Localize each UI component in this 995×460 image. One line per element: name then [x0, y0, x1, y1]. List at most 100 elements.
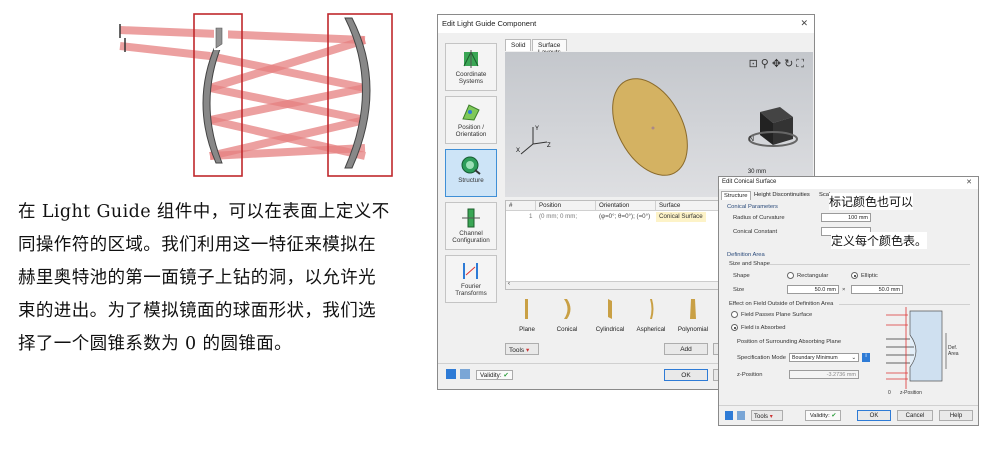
table-cell: Conical Surface: [656, 212, 706, 222]
table-cell: (φ=0°; θ=0°); (=0°): [599, 213, 651, 220]
size-times: ×: [842, 287, 846, 293]
spec-mode-value: Boundary Minimum: [792, 355, 838, 361]
field-passes-label: Field Passes Plane Surface: [741, 312, 813, 318]
table-header: Position: [536, 201, 596, 211]
center-mark: [651, 126, 655, 130]
ok-button[interactable]: OK: [664, 369, 708, 381]
close-icon[interactable]: ✕: [966, 178, 972, 186]
field-absorbed-radio[interactable]: [731, 324, 738, 331]
shape-aspherical[interactable]: Aspherical: [629, 296, 673, 333]
dialog-title: Edit Conical Surface: [722, 179, 777, 185]
open-icon[interactable]: [737, 411, 745, 420]
validity-indicator[interactable]: Validity: ✔: [805, 410, 841, 421]
shape-label: Cylindrical: [595, 326, 625, 333]
sidebar-item-label: Coordinate Systems: [455, 71, 487, 85]
help-button[interactable]: Help: [939, 410, 973, 421]
annotation-line-1: 标记颜色也可以: [829, 193, 914, 210]
close-icon[interactable]: ✕: [800, 18, 808, 29]
def-area-label-2: Area: [948, 351, 959, 357]
sidebar-item-channel-configuration[interactable]: Channel Configuration: [445, 202, 497, 250]
axis-triad-icon: Y Z X: [516, 126, 551, 155]
spec-mode-select[interactable]: Boundary Minimum ⌄: [789, 353, 859, 362]
table-cell: (0 mm; 0 mm;: [539, 213, 578, 220]
z-position-fig-label: z-Position: [900, 390, 922, 396]
sidebar-item-label: Position / Orientation: [455, 124, 487, 138]
shape-label: Shape: [733, 273, 750, 279]
elliptic-radio[interactable]: [851, 272, 858, 279]
tools-button[interactable]: Tools ▾: [505, 343, 539, 355]
conical-surface-disk: [612, 78, 688, 176]
svg-text:X: X: [516, 148, 520, 154]
cylindrical-shape-icon: [608, 299, 612, 319]
info-icon[interactable]: i: [862, 353, 870, 362]
shape-polynomial[interactable]: Polynomial: [671, 296, 715, 333]
shape-label: Plane: [519, 326, 535, 333]
fit-icon[interactable]: ⛶: [796, 58, 807, 70]
shape-label: Conical: [556, 326, 578, 333]
view-cube-icon[interactable]: N: [745, 97, 800, 152]
polynomial-shape-icon: [690, 299, 696, 319]
ok-button[interactable]: OK: [857, 410, 891, 421]
size-y-input[interactable]: 50.0 mm: [851, 285, 903, 294]
size-label: Size: [733, 287, 745, 293]
footer-divider: [719, 405, 978, 406]
edit-conical-surface-dialog: Edit Conical Surface ✕ Structure Height …: [718, 176, 979, 426]
fourier-transforms-icon: [463, 263, 478, 279]
tools-label: Tools: [509, 346, 525, 354]
chevron-down-icon: ⌄: [851, 355, 856, 361]
shape-plane[interactable]: Plane: [505, 296, 549, 333]
scroll-left-icon[interactable]: ‹: [508, 281, 510, 287]
table-header: Orientation: [596, 201, 656, 211]
tab-surface-layouts[interactable]: Surface Layouts: [532, 39, 567, 56]
sidebar-item-position-orientation[interactable]: Position / Orientation: [445, 96, 497, 144]
check-icon: ✔: [831, 412, 837, 419]
z-position-input[interactable]: -3.2736 mm: [789, 370, 859, 379]
validity-indicator[interactable]: Validity: ✔: [476, 370, 513, 380]
herriott-cell-diagram: [119, 13, 393, 177]
save-icon[interactable]: [446, 369, 456, 379]
tools-button[interactable]: Tools ▾: [751, 410, 783, 421]
zoom-icon[interactable]: ⚲: [761, 58, 772, 70]
open-icon[interactable]: [460, 369, 470, 379]
sidebar-item-label: Channel Configuration: [452, 230, 490, 244]
save-icon[interactable]: [725, 411, 733, 420]
shape-conical[interactable]: Conical: [545, 296, 589, 333]
svg-text:N: N: [749, 136, 754, 143]
table-header: #: [506, 201, 536, 211]
rectangular-radio[interactable]: [787, 272, 794, 279]
spec-mode-label: Specification Mode: [737, 355, 786, 361]
sidebar-item-structure[interactable]: Structure: [445, 149, 497, 197]
field-passes-radio[interactable]: [731, 311, 738, 318]
zero-label: 0: [888, 390, 891, 396]
sidebar-item-fourier-transforms[interactable]: Fourier Transforms: [445, 255, 497, 303]
dialog-title-bar: Edit Light Guide Component ✕: [438, 15, 814, 33]
tab-structure[interactable]: Structure: [721, 191, 751, 200]
shape-label: Aspherical: [636, 326, 666, 333]
rotate-icon[interactable]: ↻: [784, 58, 796, 70]
section-divider: [769, 264, 970, 265]
size-x-input[interactable]: 50.0 mm: [787, 285, 839, 294]
zoom-box-icon[interactable]: ⊡: [749, 58, 761, 70]
tab-height-discontinuities[interactable]: Height Discontinuities: [752, 191, 812, 199]
aspherical-shape-icon: [650, 299, 654, 319]
radius-input[interactable]: 100 mm: [821, 213, 871, 222]
tools-label: Tools: [754, 413, 769, 420]
validity-label: Validity:: [480, 372, 502, 379]
field-absorbed-label: Field is Absorbed: [741, 325, 786, 331]
add-button[interactable]: Add: [664, 343, 708, 355]
check-icon: ✔: [503, 372, 509, 379]
table-cell: 1: [529, 213, 533, 220]
sidebar-item-coordinate-systems[interactable]: Coordinate Systems: [445, 43, 497, 91]
dialog-title-bar: Edit Conical Surface ✕: [719, 177, 978, 189]
position-orientation-icon: [462, 104, 480, 121]
tab-solid[interactable]: Solid: [505, 39, 532, 51]
sidebar-item-label: Fourier Transforms: [455, 283, 487, 297]
svg-text:Z: Z: [547, 143, 551, 149]
section-definition-area: Definition Area: [727, 252, 765, 258]
effect-label: Effect on Field Outside of Definition Ar…: [729, 301, 834, 307]
sidebar-item-label: Structure: [458, 177, 484, 184]
shape-cylindrical[interactable]: Cylindrical: [588, 296, 632, 333]
radius-label: Radius of Curvature: [733, 215, 785, 221]
cancel-button[interactable]: Cancel: [897, 410, 933, 421]
pan-icon[interactable]: ✥: [772, 58, 784, 70]
